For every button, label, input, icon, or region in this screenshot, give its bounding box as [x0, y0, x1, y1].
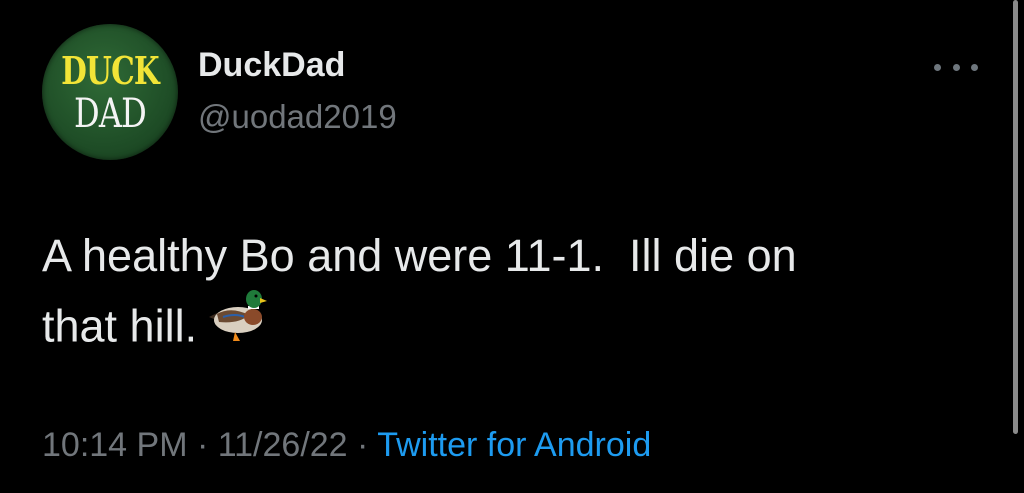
author-display-name[interactable]: DuckDad — [198, 48, 345, 82]
tweet-detail: DUCK DAD DuckDad @uodad2019 A healthy Bo… — [0, 0, 1024, 493]
tweet-time[interactable]: 10:14 PM — [42, 426, 188, 464]
meta-separator: · — [357, 426, 369, 464]
tweet-text-container: A healthy Bo and were 11-1. Ill die on t… — [42, 222, 972, 369]
tweet-meta: 10:14 PM · 11/26/22 · Twitter for Androi… — [42, 428, 651, 462]
tweet-source-link[interactable]: Twitter for Android — [377, 426, 651, 464]
meta-separator: · — [196, 426, 209, 464]
scrollbar[interactable] — [1013, 0, 1018, 434]
more-dot — [934, 63, 941, 71]
more-dot — [971, 63, 978, 71]
avatar[interactable]: DUCK DAD — [42, 24, 178, 160]
duck-emoji-icon — [205, 284, 268, 363]
tweet-date[interactable]: 11/26/22 — [218, 426, 348, 464]
avatar-text-bottom: DAD — [73, 91, 147, 137]
tweet-text: A healthy Bo and were 11-1. Ill die on t… — [42, 230, 797, 352]
more-options-icon[interactable] — [934, 60, 978, 74]
more-dot — [952, 63, 960, 71]
avatar-text-top: DUCK — [61, 48, 160, 93]
author-handle[interactable]: @uodad2019 — [198, 100, 397, 133]
